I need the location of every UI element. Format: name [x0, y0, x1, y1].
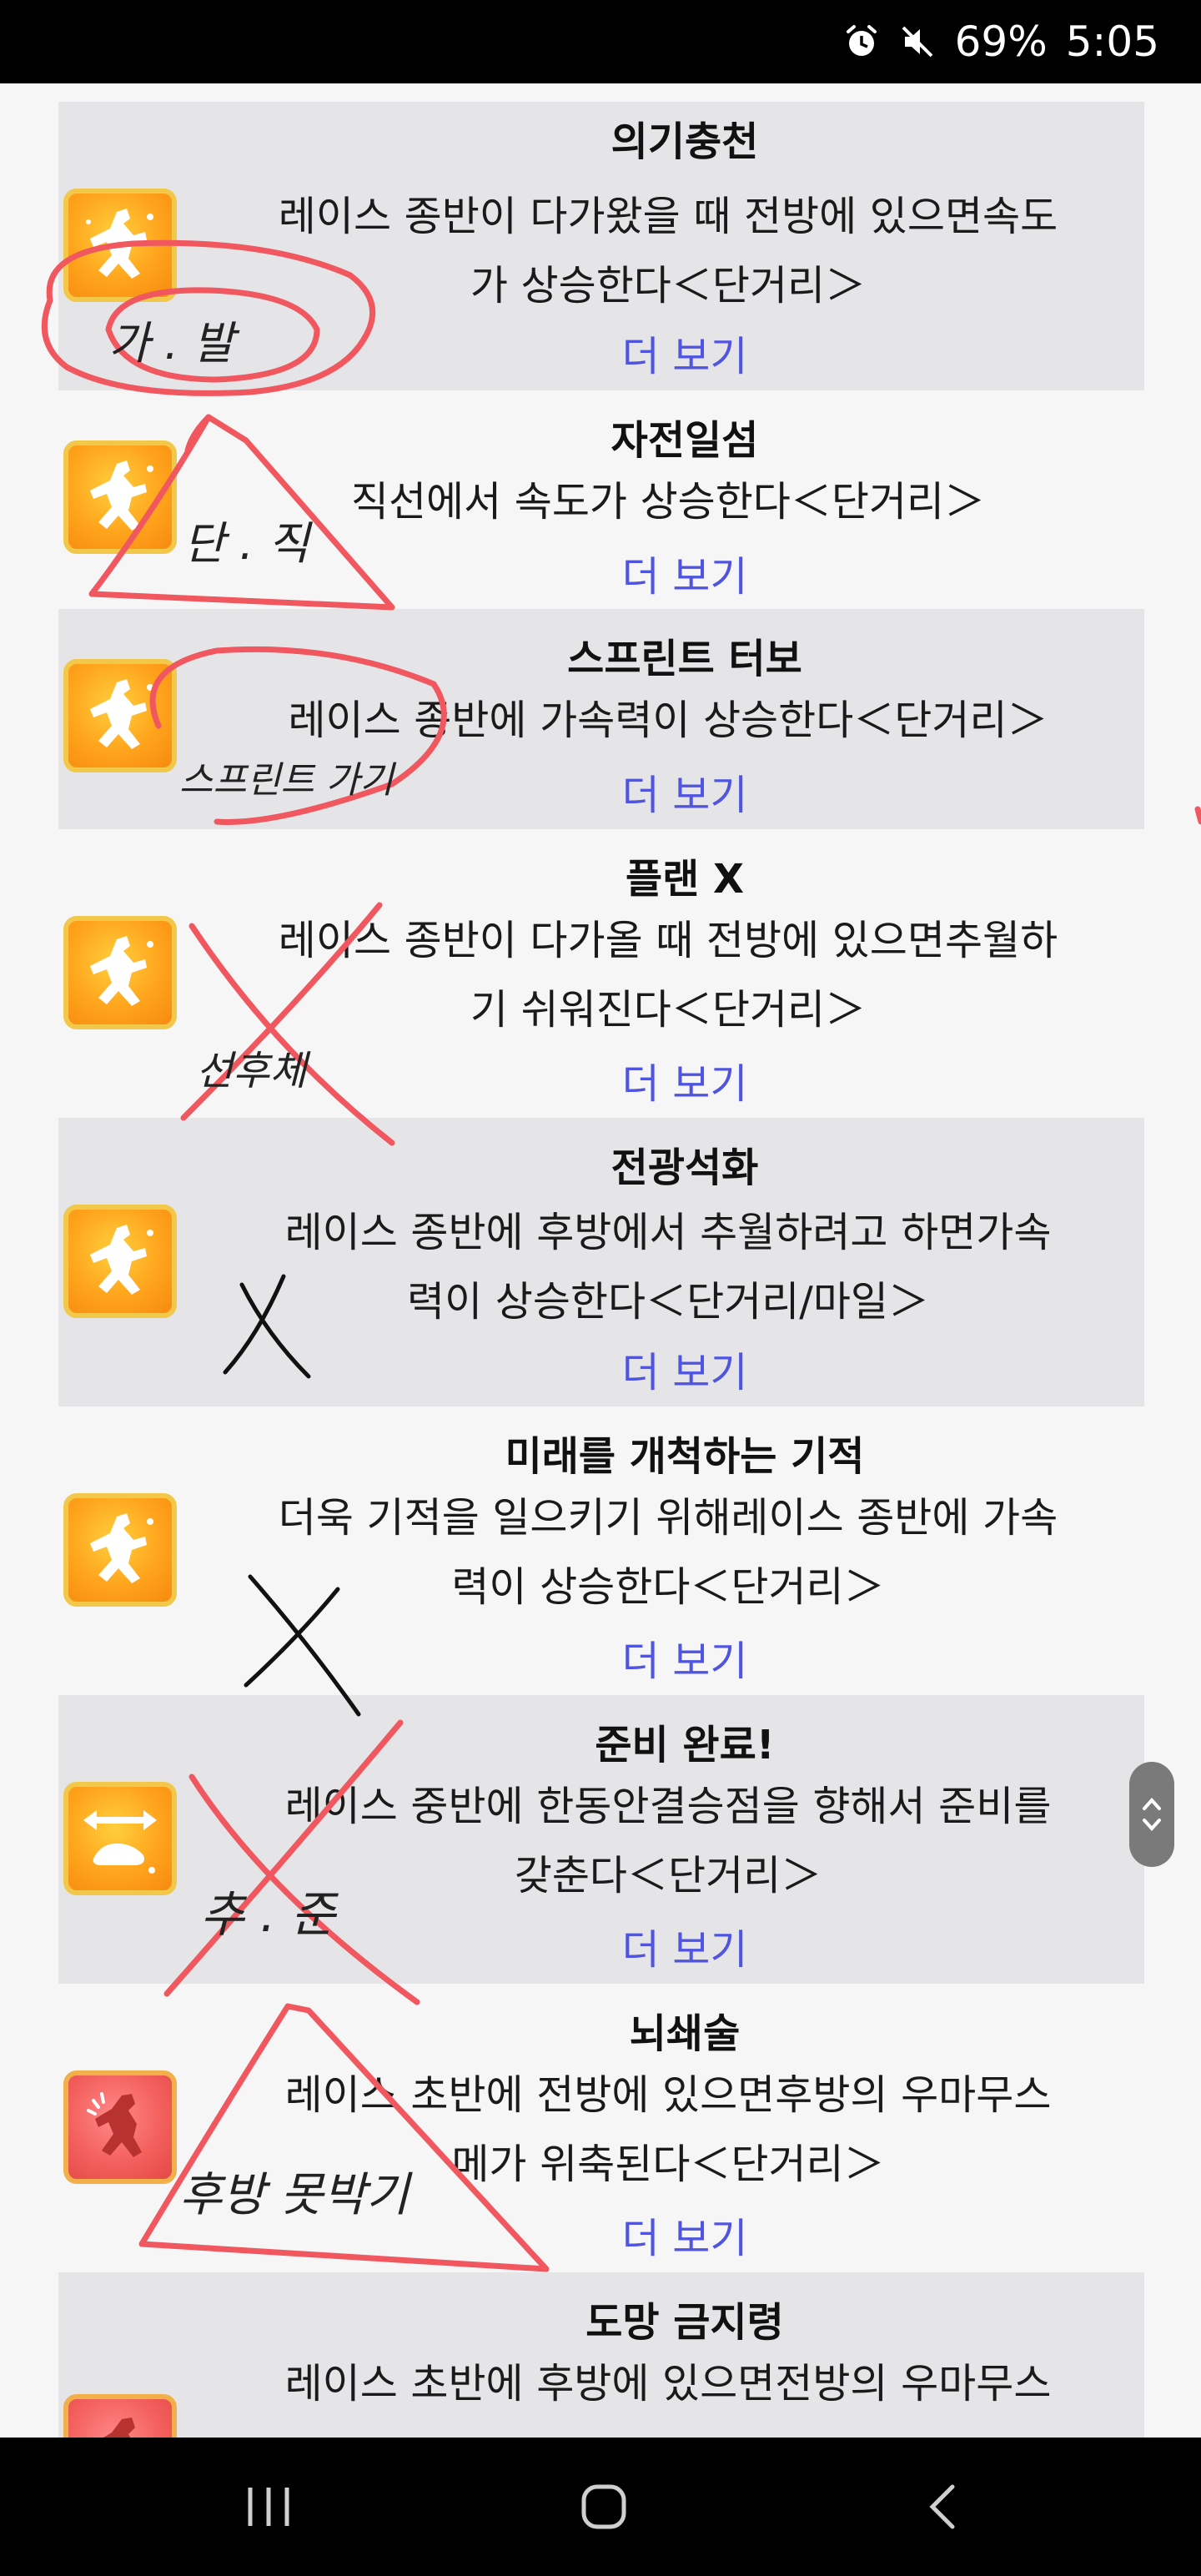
home-button[interactable] [537, 2438, 671, 2576]
skill-row: 플랜 X 레이스 종반이 다가올 때 전방에 있으면추월하 기 쉬워진다＜단거리＞… [58, 829, 1144, 1118]
recent-apps-icon [248, 2488, 289, 2526]
debuff-figure-icon [63, 2070, 177, 2184]
skill-row: 도망 금지령 레이스 초반에 후방에 있으면전방의 우마무스 [58, 2272, 1144, 2438]
skill-description: 레이스 종반이 다가올 때 전방에 있으면추월하 기 쉬워진다＜단거리＞ [278, 917, 1058, 1034]
skill-row: 미래를 개척하는 기적 더욱 기적을 일으키기 위해레이스 종반에 가속 력이 상… [58, 1406, 1144, 1695]
skill-title: 의기충천 [611, 118, 759, 165]
skill-description: 레이스 초반에 전방에 있으면후방의 우마무스 메가 위축된다＜단거리＞ [284, 2071, 1052, 2188]
more-link[interactable]: 더 보기 [225, 1628, 1144, 1688]
scroll-handle[interactable] [1129, 1762, 1174, 1867]
skill-title: 미래를 개척하는 기적 [505, 1433, 865, 1480]
skill-row: 전광석화 레이스 종반에 후방에서 추월하려고 하면가속 력이 상승한다＜단거리/… [58, 1118, 1144, 1406]
skill-title: 자전일섬 [611, 417, 759, 464]
skill-row: 스프린트 터보 레이스 종반에 가속력이 상승한다＜단거리＞ 더 보기 [58, 609, 1144, 829]
more-link[interactable]: 더 보기 [225, 324, 1144, 383]
back-icon [929, 2484, 955, 2529]
battery-level: 69% [954, 18, 1048, 66]
status-bar: 69% 5:05 [0, 0, 1201, 83]
skill-description: 직선에서 속도가 상승한다＜단거리＞ [350, 478, 986, 526]
skill-description: 레이스 초반에 후방에 있으면전방의 우마무스 [284, 2360, 1052, 2407]
skill-description: 레이스 종반에 가속력이 상승한다＜단거리＞ [288, 697, 1048, 744]
running-figure-icon [63, 659, 177, 772]
skill-title: 전광석화 [611, 1145, 759, 1191]
skill-title: 스프린트 터보 [567, 636, 802, 682]
more-link[interactable]: 더 보기 [225, 1917, 1144, 1976]
more-link[interactable]: 더 보기 [225, 1340, 1144, 1399]
running-figure-icon [63, 916, 177, 1029]
skill-title: 플랜 X [625, 856, 745, 903]
skill-title: 뇌쇄술 [629, 2010, 741, 2057]
skill-row: 의기충천 레이스 종반이 다가왔을 때 전방에 있으면속도 가 상승한다＜단거리＞… [58, 102, 1144, 390]
alarm-icon [843, 23, 880, 60]
debuff-figure-icon [63, 2394, 177, 2438]
skill-list: 의기충천 레이스 종반이 다가왔을 때 전방에 있으면속도 가 상승한다＜단거리＞… [0, 83, 1201, 2438]
arrows-shoe-icon [63, 1782, 177, 1895]
skill-title: 도망 금지령 [585, 2299, 784, 2346]
skill-description: 레이스 종반이 다가왔을 때 전방에 있으면속도 가 상승한다＜단거리＞ [278, 193, 1058, 309]
home-icon [581, 2484, 626, 2529]
running-figure-icon [63, 440, 177, 554]
running-figure-icon [63, 189, 177, 302]
back-button[interactable] [876, 2438, 1009, 2576]
skill-description: 레이스 종반에 후방에서 추월하려고 하면가속 력이 상승한다＜단거리/마일＞ [284, 1209, 1052, 1326]
more-link[interactable]: 더 보기 [225, 2206, 1144, 2265]
running-figure-icon [63, 1493, 177, 1607]
recent-apps-button[interactable] [202, 2438, 335, 2576]
skill-title: 준비 완료! [595, 1722, 775, 1768]
clock: 5:05 [1065, 18, 1159, 66]
navigation-bar [0, 2438, 1201, 2576]
running-figure-icon [63, 1205, 177, 1318]
skill-row: 자전일섬 직선에서 속도가 상승한다＜단거리＞ 더 보기 [58, 390, 1144, 609]
skill-row: 뇌쇄술 레이스 초반에 전방에 있으면후방의 우마무스 메가 위축된다＜단거리＞ … [58, 1984, 1144, 2272]
mute-icon [898, 23, 937, 61]
skill-description: 레이스 중반에 한동안결승점을 향해서 준비를 갖춘다＜단거리＞ [284, 1783, 1052, 1899]
more-link[interactable]: 더 보기 [225, 762, 1144, 822]
skill-row: 준비 완료! 레이스 중반에 한동안결승점을 향해서 준비를 갖춘다＜단거리＞ 더… [58, 1695, 1144, 1984]
skill-description: 더욱 기적을 일으키기 위해레이스 종반에 가속 력이 상승한다＜단거리＞ [278, 1494, 1058, 1611]
more-link[interactable]: 더 보기 [225, 544, 1144, 603]
more-link[interactable]: 더 보기 [225, 1051, 1144, 1110]
